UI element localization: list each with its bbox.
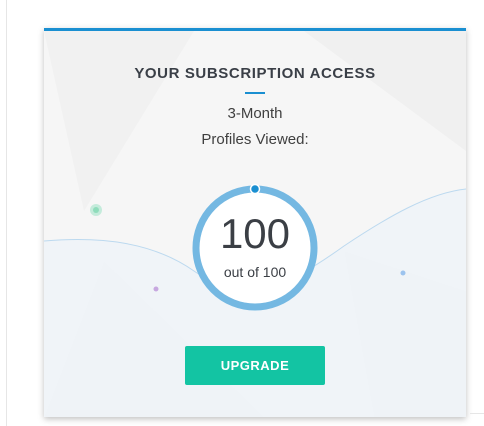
gauge-value: 100 [219, 210, 291, 257]
subscription-card: YOUR SUBSCRIPTION ACCESS 3-Month Profile… [44, 28, 466, 417]
gauge-progress-marker [249, 183, 261, 195]
left-divider [6, 0, 7, 426]
plan-duration: 3-Month [227, 105, 283, 122]
card-title: YOUR SUBSCRIPTION ACCESS [134, 65, 376, 82]
title-underline [245, 92, 265, 94]
gauge-subtitle: out of 100 [223, 264, 287, 280]
profiles-viewed-label: Profiles Viewed: [201, 131, 309, 148]
upgrade-button[interactable]: UPGRADE [185, 346, 325, 385]
bottom-divider [470, 413, 484, 414]
